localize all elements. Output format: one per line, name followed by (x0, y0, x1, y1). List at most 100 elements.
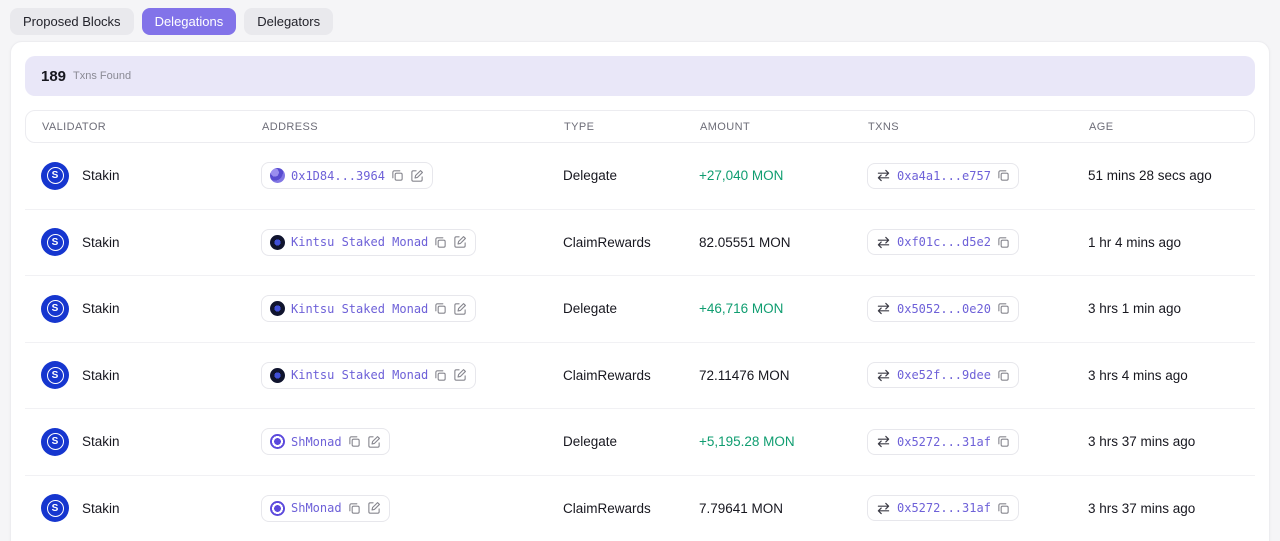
swap-icon (876, 502, 891, 515)
copy-icon[interactable] (434, 302, 447, 315)
table-row: S Stakin 0x1D84...3964 Delegate +27,040 … (25, 143, 1255, 210)
amount: 72.11476 MON (699, 367, 790, 383)
txn-hash-badge[interactable]: 0xf01c...d5e2 (867, 229, 1019, 256)
tab-delegators[interactable]: Delegators (244, 8, 334, 35)
txn-count-banner: 189 Txns Found (25, 56, 1255, 96)
tab-bar: Proposed Blocks Delegations Delegators (0, 0, 1280, 35)
swap-icon (876, 236, 891, 249)
age: 51 mins 28 secs ago (1088, 168, 1212, 184)
txn-hash-text[interactable]: 0xf01c...d5e2 (897, 235, 991, 249)
edit-icon[interactable] (453, 235, 467, 249)
copy-icon[interactable] (997, 435, 1010, 448)
edit-icon[interactable] (410, 169, 424, 183)
edit-icon[interactable] (453, 302, 467, 316)
kintsu-logo (270, 301, 285, 317)
txn-hash-text[interactable]: 0xa4a1...e757 (897, 169, 991, 183)
stakin-validator-icon: S (41, 361, 69, 390)
address-text[interactable]: Kintsu Staked Monad (291, 302, 428, 316)
col-txns: TXNS (868, 120, 899, 133)
table-row: S Stakin Kintsu Staked Monad ClaimReward… (25, 343, 1255, 409)
address-text[interactable]: 0x1D84...3964 (291, 169, 385, 183)
stakin-validator-icon: S (41, 427, 69, 456)
address-text[interactable]: Kintsu Staked Monad (291, 368, 428, 382)
validator-name: Stakin (82, 234, 120, 250)
txn-hash-text[interactable]: 0x5272...31af (897, 435, 991, 449)
txn-hash-text[interactable]: 0x5052...0e20 (897, 302, 991, 316)
kintsu-logo (270, 367, 285, 383)
age: 3 hrs 37 mins ago (1088, 434, 1196, 450)
txn-type: Delegate (563, 168, 618, 184)
kintsu-logo (270, 234, 285, 250)
txn-hash-text[interactable]: 0xe52f...9dee (897, 368, 991, 382)
swap-icon (876, 435, 891, 448)
swap-icon (876, 169, 891, 182)
validator-name: Stakin (82, 301, 120, 317)
address-text[interactable]: ShMonad (291, 435, 342, 449)
delegations-card: 189 Txns Found VALIDATOR ADDRESS TYPE AM… (10, 41, 1270, 541)
txn-type: ClaimRewards (563, 234, 651, 250)
amount: 82.05551 MON (699, 234, 791, 250)
txn-hash-text[interactable]: 0x5272...31af (897, 501, 991, 515)
table-header: VALIDATOR ADDRESS TYPE AMOUNT TXNS AGE (25, 110, 1255, 143)
edit-icon[interactable] (453, 368, 467, 382)
edit-icon[interactable] (367, 435, 381, 449)
col-age: AGE (1089, 120, 1114, 133)
address-identicon (270, 168, 285, 184)
copy-icon[interactable] (434, 369, 447, 382)
address-text[interactable]: Kintsu Staked Monad (291, 235, 428, 249)
address-badge[interactable]: Kintsu Staked Monad (261, 228, 477, 256)
copy-icon[interactable] (348, 435, 361, 448)
copy-icon[interactable] (997, 236, 1010, 249)
table-row: S Stakin ShMonad Delegate +5,195.28 MON … (25, 409, 1255, 476)
txn-hash-badge[interactable]: 0x5052...0e20 (867, 295, 1019, 322)
tab-delegations[interactable]: Delegations (141, 8, 237, 35)
age: 3 hrs 1 min ago (1088, 301, 1182, 317)
copy-icon[interactable] (391, 169, 404, 182)
txn-count: 189 (41, 67, 67, 85)
age: 3 hrs 37 mins ago (1088, 500, 1196, 516)
copy-icon[interactable] (997, 169, 1010, 182)
age: 3 hrs 4 mins ago (1088, 367, 1188, 383)
txn-type: Delegate (563, 301, 618, 317)
amount: 7.79641 MON (699, 500, 784, 516)
table-row: S Stakin ShMonad ClaimRewards 7.79641 MO… (25, 476, 1255, 541)
stakin-validator-icon: S (41, 228, 69, 257)
shmonad-logo (270, 500, 285, 516)
txn-type: Delegate (563, 434, 618, 450)
address-badge[interactable]: Kintsu Staked Monad (261, 295, 477, 323)
copy-icon[interactable] (997, 302, 1010, 315)
address-badge[interactable]: 0x1D84...3964 (261, 162, 433, 190)
address-text[interactable]: ShMonad (291, 501, 342, 515)
address-badge[interactable]: Kintsu Staked Monad (261, 361, 477, 389)
validator-name: Stakin (82, 168, 120, 184)
swap-icon (876, 302, 891, 315)
txn-count-label: Txns Found (73, 70, 132, 82)
stakin-validator-icon: S (41, 161, 69, 190)
txn-type: ClaimRewards (563, 367, 651, 383)
tab-proposed-blocks[interactable]: Proposed Blocks (10, 8, 134, 35)
copy-icon[interactable] (348, 502, 361, 515)
table-body: S Stakin 0x1D84...3964 Delegate +27,040 … (25, 143, 1255, 541)
address-badge[interactable]: ShMonad (261, 494, 390, 522)
validator-name: Stakin (82, 434, 120, 450)
txn-type: ClaimRewards (563, 500, 651, 516)
edit-icon[interactable] (367, 501, 381, 515)
table-row: S Stakin Kintsu Staked Monad ClaimReward… (25, 210, 1255, 276)
txn-hash-badge[interactable]: 0x5272...31af (867, 495, 1019, 522)
txn-hash-badge[interactable]: 0x5272...31af (867, 428, 1019, 455)
address-badge[interactable]: ShMonad (261, 428, 390, 456)
amount: +27,040 MON (699, 168, 784, 184)
copy-icon[interactable] (434, 236, 447, 249)
shmonad-logo (270, 434, 285, 450)
col-type: TYPE (564, 120, 595, 133)
col-address: ADDRESS (262, 120, 318, 133)
validator-name: Stakin (82, 367, 120, 383)
amount: +46,716 MON (699, 301, 784, 317)
copy-icon[interactable] (997, 369, 1010, 382)
txn-hash-badge[interactable]: 0xe52f...9dee (867, 362, 1019, 389)
age: 1 hr 4 mins ago (1088, 234, 1182, 250)
copy-icon[interactable] (997, 502, 1010, 515)
validator-name: Stakin (82, 500, 120, 516)
txn-hash-badge[interactable]: 0xa4a1...e757 (867, 162, 1019, 189)
swap-icon (876, 369, 891, 382)
